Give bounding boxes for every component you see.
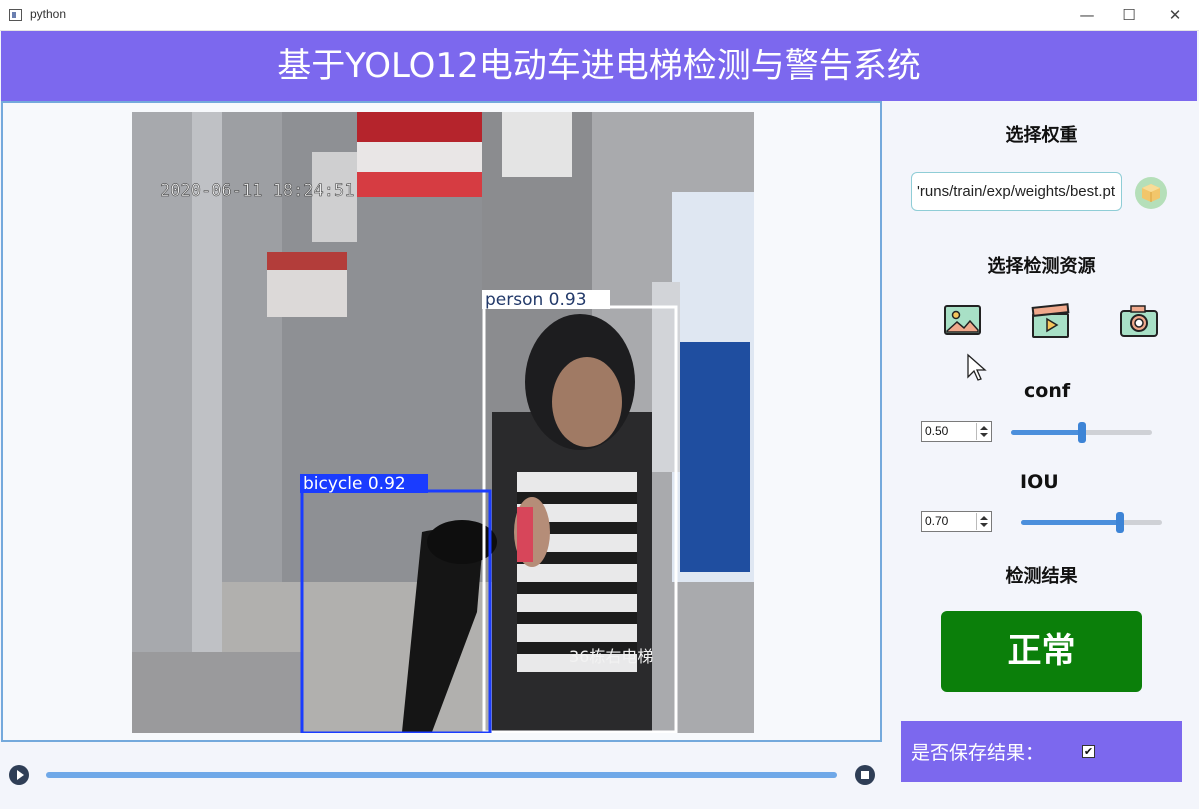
package-icon	[1142, 184, 1160, 202]
minimize-button[interactable]: —	[1072, 4, 1102, 26]
conf-slider[interactable]	[1011, 422, 1152, 443]
video-icon	[1031, 303, 1070, 338]
video-display-panel: 2020-06-11 18:24:51 36栋右电梯 person 0.93 b…	[1, 101, 882, 742]
control-panel: 选择权重 'runs/train/exp/weights/best.pt 选择检…	[884, 101, 1199, 809]
maximize-button[interactable]: ☐	[1114, 4, 1144, 26]
conf-slider-fill	[1011, 430, 1082, 435]
header-banner: 基于YOLO12电动车进电梯检测与警告系统	[1, 31, 1197, 101]
image-icon	[944, 305, 981, 335]
iou-slider-handle[interactable]	[1115, 512, 1124, 533]
iou-slider[interactable]	[1021, 512, 1162, 533]
iou-label: IOU	[1020, 471, 1059, 493]
video-source-button[interactable]	[1031, 303, 1071, 339]
save-results-bar: 是否保存结果： ✔	[901, 721, 1182, 782]
save-results-label: 是否保存结果：	[911, 742, 1045, 764]
conf-spin-arrows[interactable]	[976, 423, 990, 440]
iou-value: 0.70	[925, 514, 949, 528]
weights-path-text: 'runs/train/exp/weights/best.pt	[917, 183, 1115, 200]
page-title: 基于YOLO12电动车进电梯检测与警告系统	[277, 46, 921, 86]
timestamp-overlay: 2020-06-11 18:24:51	[160, 181, 354, 201]
result-section-title: 检测结果	[1005, 566, 1078, 587]
close-button[interactable]: ✕	[1160, 4, 1190, 26]
stop-button[interactable]	[855, 765, 875, 785]
conf-spinbox[interactable]: 0.50	[921, 421, 992, 442]
conf-value: 0.50	[925, 424, 949, 438]
app-icon	[9, 9, 22, 21]
bicycle-bbox-label: bicycle 0.92	[303, 474, 406, 494]
iou-spinbox[interactable]: 0.70	[921, 511, 992, 532]
camera-watermark: 36栋右电梯	[569, 647, 653, 666]
progress-slider[interactable]	[46, 772, 837, 778]
person-bbox-label: person 0.93	[485, 290, 587, 310]
weights-section-title: 选择权重	[1005, 125, 1078, 146]
iou-slider-fill	[1021, 520, 1120, 525]
mouse-cursor-icon	[967, 353, 987, 381]
elevator-scene: 2020-06-11 18:24:51 36栋右电梯 person 0.93 b…	[132, 112, 754, 733]
iou-spin-arrows[interactable]	[976, 513, 990, 530]
play-button[interactable]	[9, 765, 29, 785]
window-title: python	[30, 7, 67, 21]
camera-icon	[1120, 305, 1158, 337]
camera-source-button[interactable]	[1119, 303, 1159, 339]
weights-path-field[interactable]: 'runs/train/exp/weights/best.pt	[911, 172, 1122, 211]
conf-slider-handle[interactable]	[1077, 422, 1086, 443]
source-section-title: 选择检测资源	[987, 256, 1096, 277]
conf-label: conf	[1024, 380, 1071, 402]
detection-result-badge: 正常	[941, 611, 1142, 692]
save-results-checkbox[interactable]: ✔	[1082, 745, 1095, 758]
detection-frame: 2020-06-11 18:24:51 36栋右电梯 person 0.93 b…	[132, 112, 754, 733]
image-source-button[interactable]	[943, 303, 983, 339]
window-titlebar: python — ☐ ✕	[0, 0, 1199, 31]
select-weights-button[interactable]	[1135, 177, 1167, 209]
progress-fill	[46, 772, 837, 778]
